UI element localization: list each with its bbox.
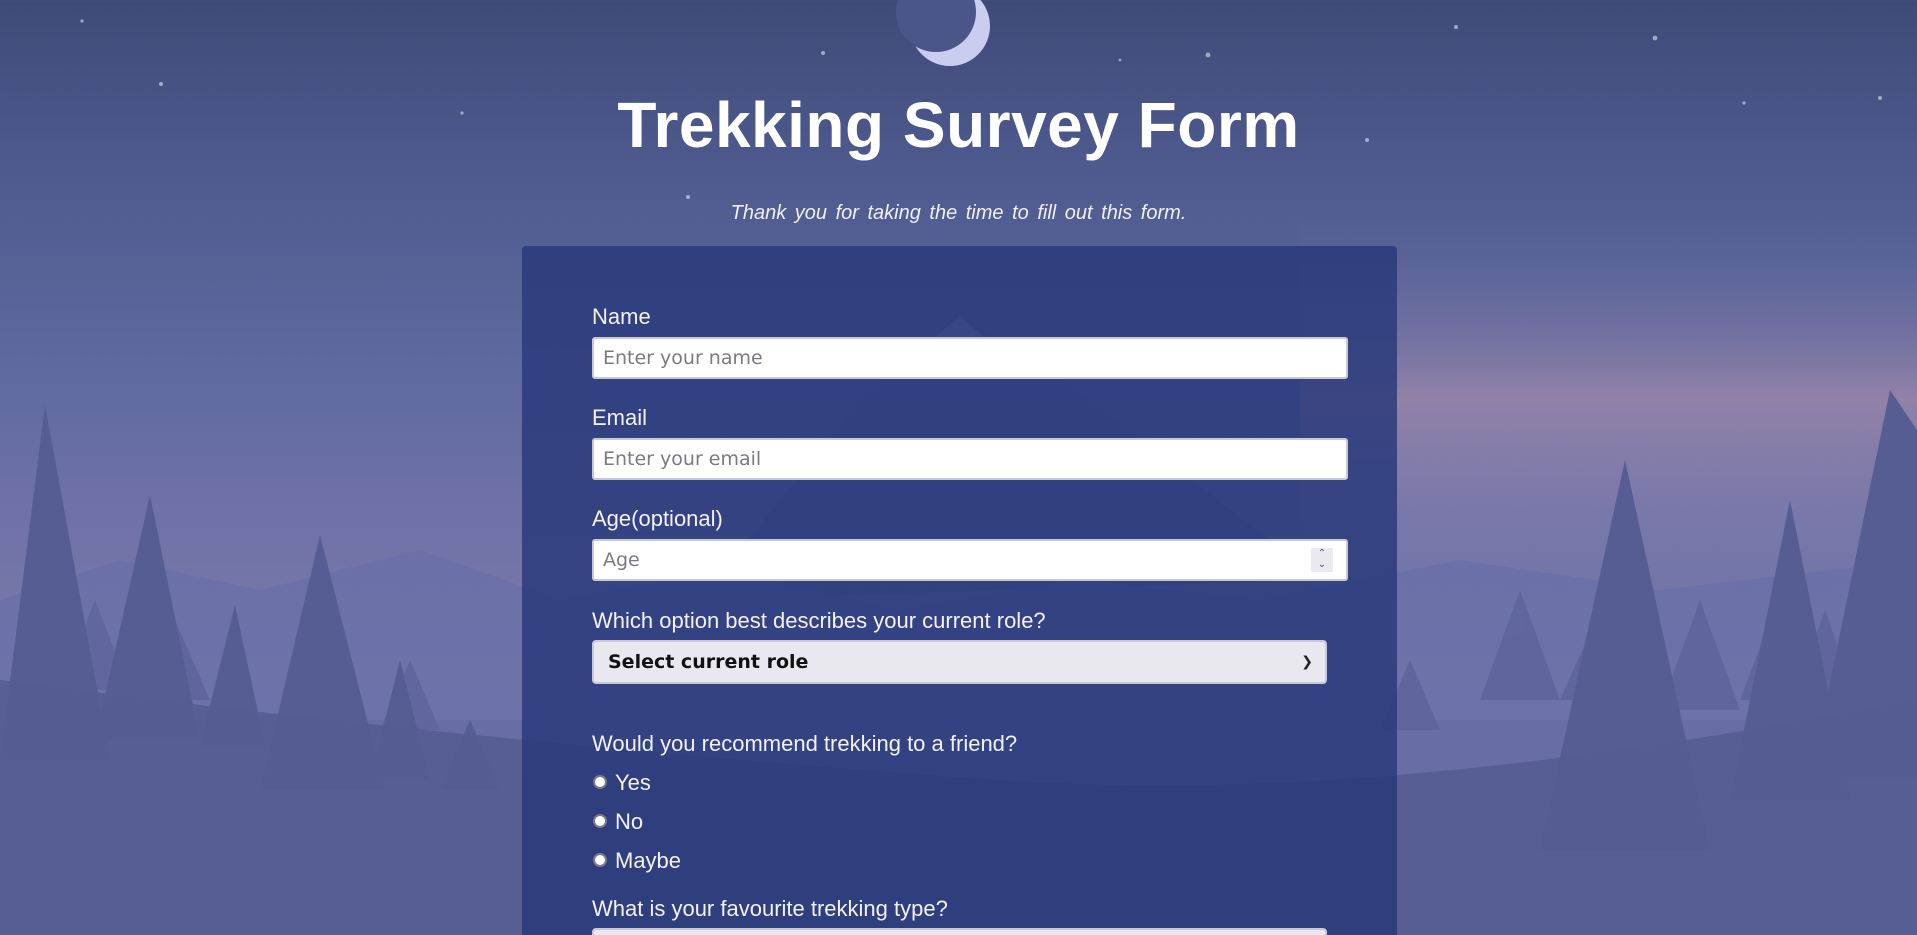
recommend-label: Would you recommend trekking to a friend… xyxy=(592,731,1018,756)
survey-page: Trekking Survey Form Thank you for takin… xyxy=(0,0,1917,935)
email-input[interactable] xyxy=(592,438,1348,480)
radio-option-label: Yes xyxy=(615,770,651,795)
page-title: Trekking Survey Form xyxy=(617,89,1300,161)
page-description: Thank you for taking the time to fill ou… xyxy=(730,202,1187,224)
radio-option-label: No xyxy=(615,809,644,834)
name-input[interactable] xyxy=(592,337,1348,379)
survey-form: Name Email Age(optional) ⌃⌄ Which option… xyxy=(522,246,1397,935)
age-label: Age(optional) xyxy=(592,506,723,531)
number-spinner-icon[interactable]: ⌃ ⌄ xyxy=(1311,548,1333,572)
role-dropdown-value: Select current role xyxy=(608,651,809,673)
favourite-type-label: What is your favourite trekking type? xyxy=(592,896,948,921)
radio-button[interactable] xyxy=(593,814,607,828)
email-label: Email xyxy=(592,405,648,430)
age-input[interactable] xyxy=(592,539,1348,581)
name-label: Name xyxy=(592,304,651,329)
radio-button[interactable] xyxy=(593,775,607,789)
role-label: Which option best describes your current… xyxy=(592,608,1046,633)
radio-button[interactable] xyxy=(593,853,607,867)
role-dropdown[interactable]: Select current role ❯ xyxy=(592,640,1327,684)
radio-option-label: Maybe xyxy=(615,848,682,873)
favourite-type-dropdown[interactable] xyxy=(592,928,1327,935)
chevron-down-icon: ❯ xyxy=(1301,654,1313,670)
